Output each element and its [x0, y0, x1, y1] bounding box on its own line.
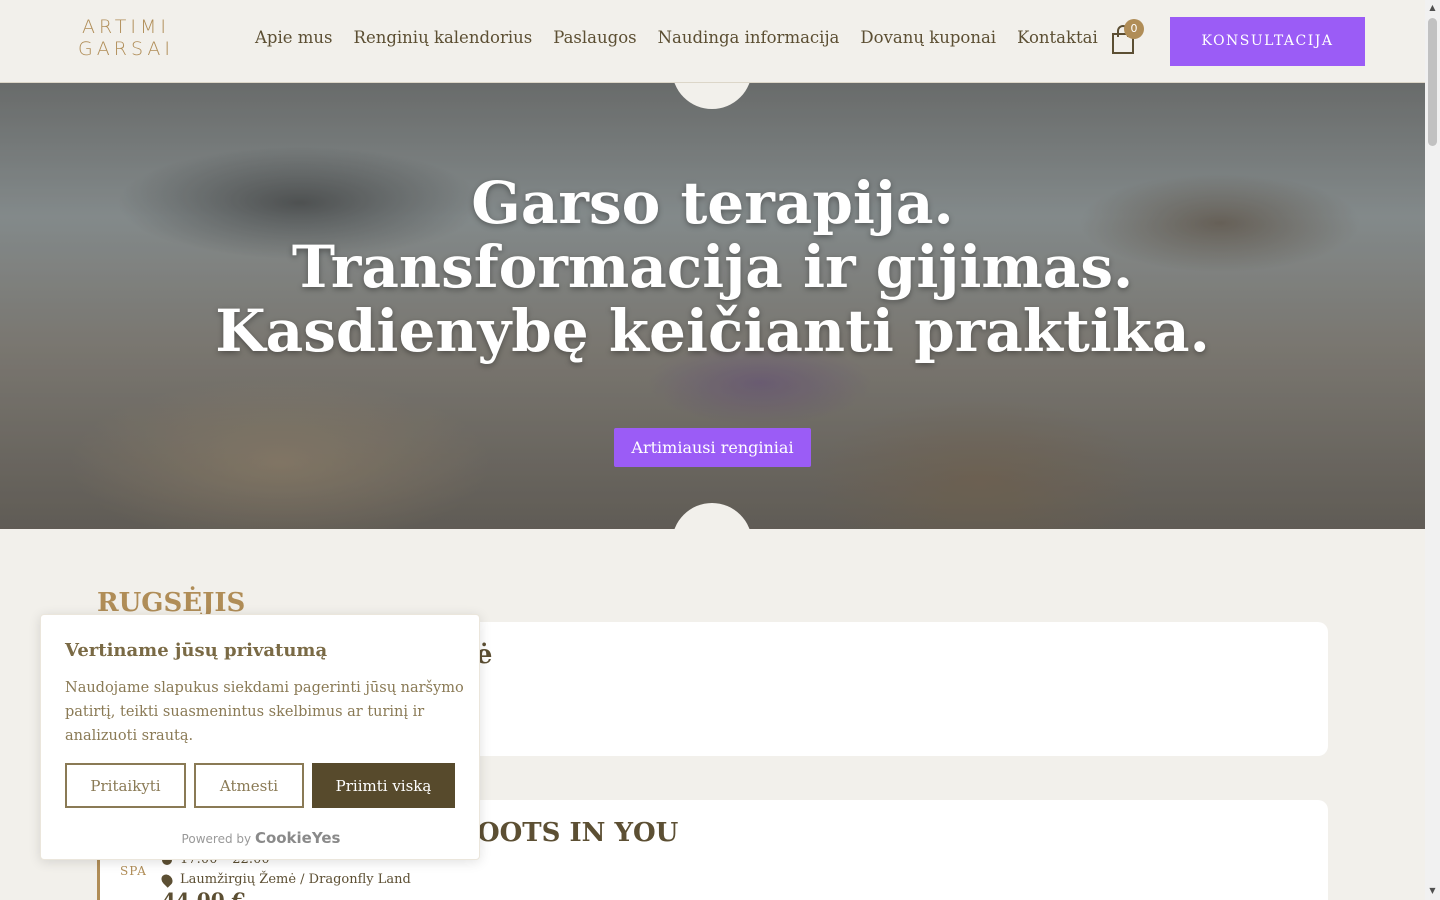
upcoming-events-button[interactable]: Artimiausi renginiai: [614, 428, 811, 467]
cart-button[interactable]: 0: [1110, 19, 1144, 55]
hero-title-line-2: Transformacija ir gijimas.: [291, 233, 1134, 301]
cookie-text: Naudojame slapukus siekdami pagerinti jū…: [65, 680, 464, 744]
nav-item-calendar[interactable]: Renginių kalendorius: [354, 28, 533, 47]
cart-count-badge: 0: [1124, 19, 1144, 39]
logo-line-1: ARTIMI: [81, 16, 171, 38]
nav-item-info[interactable]: Naudinga informacija: [658, 28, 840, 47]
event-date: SPA: [120, 864, 147, 878]
hero-title: Garso terapija. Transformacija ir gijima…: [0, 171, 1425, 363]
nav-item-services[interactable]: Paslaugos: [553, 28, 636, 47]
powered-by-label: Powered by: [181, 832, 252, 846]
cookieyes-logo: CookieYes: [254, 829, 341, 847]
event-place: Laumžirgių Žemė / Dragonfly Land: [159, 871, 411, 888]
site-logo[interactable]: ARTIMI GARSAI: [78, 16, 174, 62]
hero-title-line-3: Kasdienybę keičianti praktika.: [215, 297, 1210, 365]
nav-item-contacts[interactable]: Kontaktai: [1017, 28, 1098, 47]
event-place-text: Laumžirgių Žemė / Dragonfly Land: [180, 872, 411, 887]
cookie-reject-button[interactable]: Atmesti: [194, 763, 304, 808]
consultation-button[interactable]: KONSULTACIJA: [1170, 17, 1365, 66]
event-title[interactable]: OOTS IN YOU: [477, 818, 678, 848]
cookie-powered-by[interactable]: Powered by CookieYes: [41, 829, 481, 847]
cookie-customize-button[interactable]: Pritaikyti: [65, 763, 186, 808]
nav-item-about[interactable]: Apie mus: [255, 28, 333, 47]
logo-line-2: GARSAI: [78, 38, 174, 60]
event-price: 44.00 €: [162, 888, 246, 900]
cookie-accept-button[interactable]: Priimti viską: [312, 763, 455, 808]
page-scrollbar[interactable]: ▲ ▼: [1425, 0, 1440, 900]
site-header: ARTIMI GARSAI Apie mus Renginių kalendor…: [0, 0, 1425, 83]
cookie-title: Vertiname jūsų privatumą: [65, 640, 328, 661]
main-nav: Apie mus Renginių kalendorius Paslaugos …: [255, 28, 1119, 47]
scroll-up-arrow-icon[interactable]: ▲: [1428, 3, 1437, 12]
cookie-consent-banner: Vertiname jūsų privatumą Naudojame slapu…: [40, 614, 480, 860]
location-pin-icon: [159, 871, 175, 888]
hero-banner: Garso terapija. Transformacija ir gijima…: [0, 83, 1425, 529]
nav-item-vouchers[interactable]: Dovanų kuponai: [860, 28, 996, 47]
scroll-down-arrow-icon[interactable]: ▼: [1428, 886, 1437, 895]
scrollbar-thumb[interactable]: [1428, 18, 1437, 146]
hero-title-line-1: Garso terapija.: [471, 169, 954, 237]
